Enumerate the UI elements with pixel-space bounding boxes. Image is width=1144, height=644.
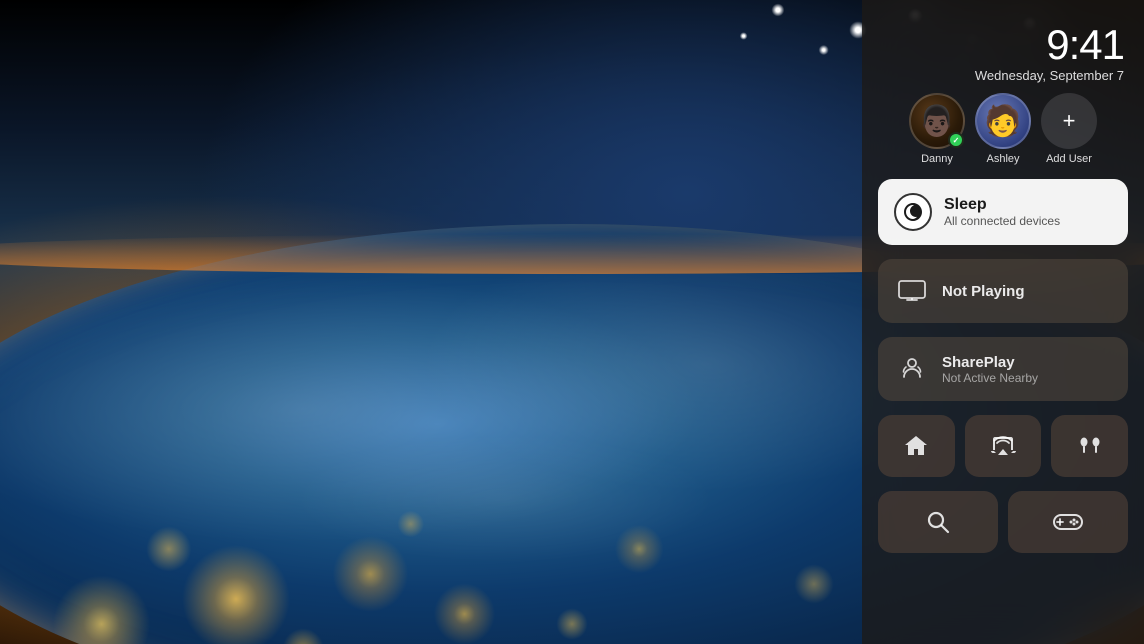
add-user-label: Add User bbox=[1046, 153, 1092, 165]
clock-section: 9:41 Wednesday, September 7 bbox=[878, 24, 1128, 83]
monitor-icon bbox=[898, 280, 926, 302]
home-button[interactable] bbox=[878, 415, 955, 477]
icon-grid-row1 bbox=[878, 415, 1128, 477]
add-user-circle[interactable]: + bbox=[1041, 93, 1097, 149]
airpods-icon bbox=[1074, 432, 1106, 460]
search-icon bbox=[925, 509, 951, 535]
add-user-item[interactable]: + Add User bbox=[1041, 93, 1097, 165]
shareplay-icon-wrapper bbox=[894, 351, 930, 387]
ashley-avatar-wrapper: 🧑 bbox=[975, 93, 1031, 149]
sleep-icon-wrapper bbox=[894, 193, 932, 231]
shareplay-title: SharePlay bbox=[942, 354, 1038, 371]
clock-date: Wednesday, September 7 bbox=[878, 68, 1124, 83]
sleep-title: Sleep bbox=[944, 196, 1060, 214]
sleep-card[interactable]: Sleep All connected devices bbox=[878, 179, 1128, 245]
clock-time: 9:41 bbox=[878, 24, 1124, 66]
ashley-avatar: 🧑 bbox=[975, 93, 1031, 149]
sleep-subtitle: All connected devices bbox=[944, 214, 1060, 228]
airpods-button[interactable] bbox=[1051, 415, 1128, 477]
icon-grid-row2 bbox=[878, 491, 1128, 553]
not-playing-text: Not Playing bbox=[942, 283, 1025, 300]
ashley-label: Ashley bbox=[986, 153, 1019, 165]
shareplay-text: SharePlay Not Active Nearby bbox=[942, 354, 1038, 385]
gamepad-icon bbox=[1052, 510, 1084, 534]
user-danny[interactable]: 👨🏿 Danny bbox=[909, 93, 965, 165]
gamepad-button[interactable] bbox=[1008, 491, 1128, 553]
shareplay-icon bbox=[898, 355, 926, 383]
sleep-text-block: Sleep All connected devices bbox=[944, 196, 1060, 228]
control-center-panel: 9:41 Wednesday, September 7 👨🏿 Danny 🧑 A… bbox=[862, 0, 1144, 644]
sleep-icon bbox=[902, 201, 924, 223]
shareplay-subtitle: Not Active Nearby bbox=[942, 371, 1038, 385]
not-playing-card[interactable]: Not Playing bbox=[878, 259, 1128, 323]
danny-label: Danny bbox=[921, 153, 953, 165]
ashley-emoji: 🧑 bbox=[984, 104, 1021, 139]
airplay-button[interactable] bbox=[965, 415, 1042, 477]
home-icon bbox=[902, 432, 930, 460]
search-button[interactable] bbox=[878, 491, 998, 553]
plus-icon: + bbox=[1063, 110, 1076, 132]
shareplay-card[interactable]: SharePlay Not Active Nearby bbox=[878, 337, 1128, 401]
danny-active-badge bbox=[948, 132, 964, 148]
not-playing-title: Not Playing bbox=[942, 283, 1025, 300]
monitor-icon-wrapper bbox=[894, 273, 930, 309]
user-ashley[interactable]: 🧑 Ashley bbox=[975, 93, 1031, 165]
danny-avatar-wrapper: 👨🏿 bbox=[909, 93, 965, 149]
user-section: 👨🏿 Danny 🧑 Ashley + Add User bbox=[878, 93, 1128, 165]
airplay-icon bbox=[989, 433, 1017, 459]
